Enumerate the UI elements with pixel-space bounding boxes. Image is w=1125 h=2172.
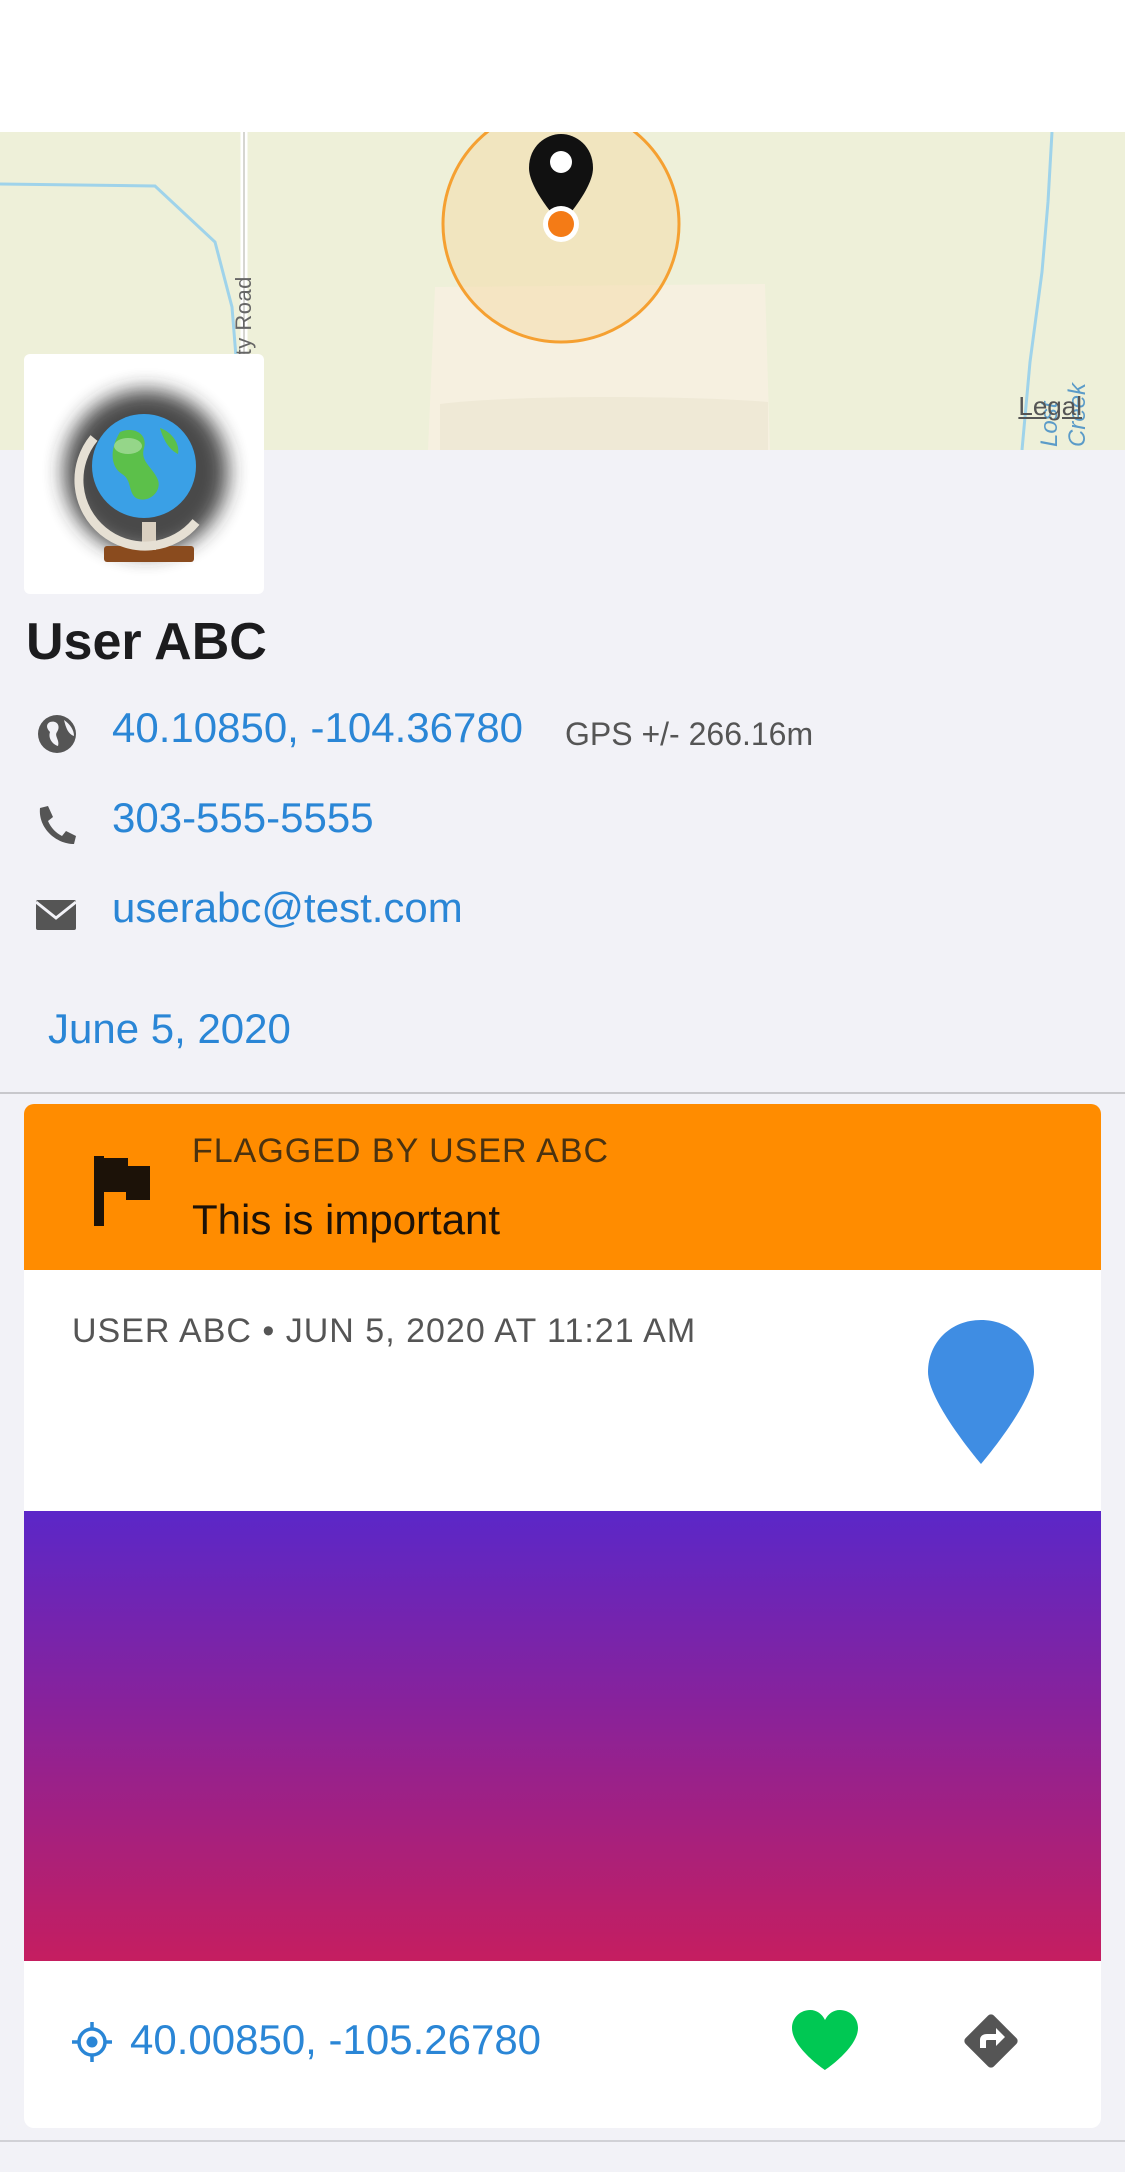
gps-accuracy: GPS +/- 266.16m [565,716,814,752]
favorite-button[interactable] [790,2008,860,2074]
crosshairs-icon [72,2022,112,2062]
directions-icon [964,2014,1018,2068]
phone-icon [39,806,76,844]
user-email-link[interactable]: userabc@test.com [112,884,463,932]
globe-icon [38,715,76,753]
date-link[interactable]: June 5, 2020 [48,1005,291,1053]
bottom-divider [0,2140,1125,2142]
map-legal-link[interactable]: Legal [1018,391,1082,422]
observation-card[interactable]: USER ABC • JUN 5, 2020 AT 11:21 AM 40.00… [24,1270,1101,2128]
user-email-row: userabc@test.com [30,882,730,942]
section-divider [0,1092,1125,1094]
flag-text: This is important [192,1196,501,1243]
observation-image[interactable] [24,1511,1101,1961]
flag-banner: FLAGGED BY USER ABC This is important [24,1104,1101,1270]
user-name: User ABC [26,613,267,671]
user-location-row: 40.10850, -104.36780 GPS +/- 266.16m [30,702,1030,762]
heart-icon [792,2010,858,2070]
directions-button[interactable] [958,2008,1024,2074]
flag-title: FLAGGED BY USER ABC [192,1132,610,1170]
location-dot-icon [543,206,579,242]
avatar[interactable] [24,354,264,594]
map-pin-icon [928,1320,1034,1464]
observation-header: USER ABC • JUN 5, 2020 AT 11:21 AM [72,1312,697,1350]
user-phone-link[interactable]: 303-555-5555 [112,794,374,842]
email-icon [35,900,77,930]
observation-location-link[interactable]: 40.00850, -105.26780 [130,2016,541,2064]
user-phone-row: 303-555-5555 [30,792,630,852]
globe-icon [64,390,228,562]
flag-icon [94,1156,150,1226]
user-coordinates-link[interactable]: 40.10850, -104.36780 [112,704,523,752]
status-bar [0,0,1125,132]
